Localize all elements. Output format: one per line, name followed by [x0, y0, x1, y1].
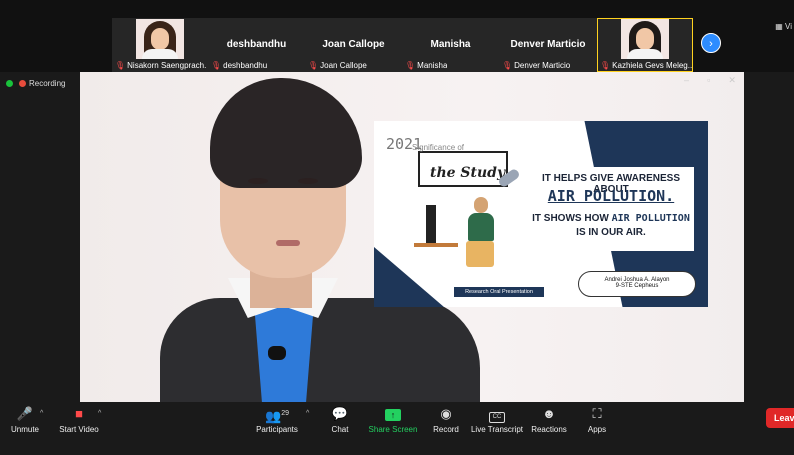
speaker-eye — [298, 178, 318, 184]
slide-text-box: IT HELPS GIVE AWARENESS ABOUT AIR POLLUT… — [528, 167, 694, 251]
leave-button[interactable]: Leave — [766, 408, 794, 428]
participant-name-bar: 🎙 Joan Callope — [308, 61, 367, 70]
slide-line-3: IT SHOWS HOW AIR POLLUTION — [532, 213, 690, 224]
slide-title-small: Significance of — [412, 143, 465, 152]
chevron-right-icon: › — [709, 38, 713, 50]
apps-button[interactable]: ⛶ Apps — [562, 406, 632, 434]
participant-tile-4[interactable]: Manisha 🎙 Manisha — [402, 18, 499, 72]
lapel-microphone — [268, 346, 286, 360]
slide-author: Andrei Joshua A. Alayon — [604, 277, 670, 283]
mic-off-icon: 🎙 — [115, 61, 126, 70]
slide-line-2: AIR POLLUTION. — [547, 187, 675, 205]
start-video-button[interactable]: ■ Start Video — [44, 406, 114, 434]
video-off-icon: ■ — [75, 406, 83, 421]
monitor-illustration — [426, 205, 436, 243]
slide-line-4: IS IN OUR AIR. — [576, 227, 646, 238]
slide-title-box: Significance of the Study — [412, 143, 508, 187]
view-button[interactable]: ▦ Vi — [775, 22, 792, 31]
next-page-button[interactable]: › — [701, 33, 721, 53]
participants-icon: 👥 — [265, 408, 282, 424]
desk-illustration — [414, 243, 458, 247]
mic-off-icon: 🎙 — [405, 61, 416, 70]
participant-count: 29 — [281, 410, 289, 417]
speaker-mouth — [276, 240, 300, 246]
mic-off-icon: 🎙 — [211, 61, 222, 70]
restore-icon[interactable]: ▫ — [707, 75, 710, 85]
participant-tile-3[interactable]: Joan Callope 🎙 Joan Callope — [305, 18, 402, 72]
mic-off-icon: 🎙 — [502, 61, 513, 70]
recording-indicator: Recording — [6, 79, 65, 88]
participant-strip: 🎙 Nisakorn Saengprach... deshbandhu 🎙 desh… — [0, 0, 794, 72]
student-illustration — [466, 197, 496, 267]
mic-off-icon: 🎙 — [600, 61, 611, 70]
grid-icon: ▦ — [775, 22, 786, 31]
participant-tile-2[interactable]: deshbandhu 🎙 deshbandhu — [208, 18, 305, 72]
mic-off-icon: 🎙 — [308, 61, 319, 70]
participant-tile-5[interactable]: Denver Marticio 🎙 Denver Marticio — [499, 18, 597, 72]
participant-name-bar: 🎙 Manisha — [405, 61, 448, 70]
share-screen-icon: ↑ — [385, 409, 401, 421]
close-icon[interactable]: ✕ — [728, 75, 736, 86]
slide-author-pill: Andrei Joshua A. Alayon 9-STE Cepheus — [578, 271, 696, 297]
security-shield-icon[interactable] — [6, 80, 13, 87]
slide-year: 2021 — [386, 135, 423, 153]
participant-name-bar: 🎙 Kazhiela Gevs Meleg... — [600, 61, 692, 70]
presentation-slide: 2021 Significance of the Study IT HELPS … — [374, 121, 708, 307]
window-controls: – ▫ ✕ — [675, 72, 745, 88]
participant-name-bar: 🎙 Denver Marticio — [502, 61, 571, 70]
speaker-hair — [210, 78, 362, 188]
speaker-eye — [248, 178, 268, 184]
apps-icon: ⛶ — [592, 406, 602, 421]
participant-photo — [136, 19, 184, 59]
slide-ribbon: Research Oral Presentation — [454, 287, 544, 297]
record-dot-icon — [19, 80, 26, 87]
slide-title-main: the Study — [430, 165, 506, 181]
minimize-icon[interactable]: – — [684, 75, 689, 85]
participant-photo — [621, 19, 669, 59]
closed-caption-icon: CC — [489, 412, 505, 423]
slide-section: 9-STE Cepheus — [615, 283, 659, 289]
chevron-up-icon[interactable]: ^ — [98, 410, 101, 417]
participant-big-name: Manisha — [430, 39, 471, 50]
participant-tile-1[interactable]: 🎙 Nisakorn Saengprach... — [112, 18, 208, 72]
participant-name-bar: 🎙 deshbandhu — [211, 61, 268, 70]
participant-big-name: Denver Marticio — [510, 39, 586, 50]
participant-name-bar: 🎙 Nisakorn Saengprach... — [115, 61, 207, 70]
participant-big-name: deshbandhu — [226, 39, 287, 50]
participant-big-name: Joan Callope — [322, 39, 385, 50]
participant-tile-6[interactable]: 🎙 Kazhiela Gevs Meleg... — [597, 18, 693, 72]
participants-button[interactable]: 👥29 Participants — [242, 406, 312, 434]
meeting-toolbar: 🎤 Unmute ^ ■ Start Video ^ 👥29 Participa… — [0, 402, 794, 455]
active-speaker-video: 2021 Significance of the Study IT HELPS … — [80, 72, 744, 402]
slide-navy-corner — [374, 247, 444, 307]
chevron-up-icon[interactable]: ^ — [40, 410, 43, 417]
